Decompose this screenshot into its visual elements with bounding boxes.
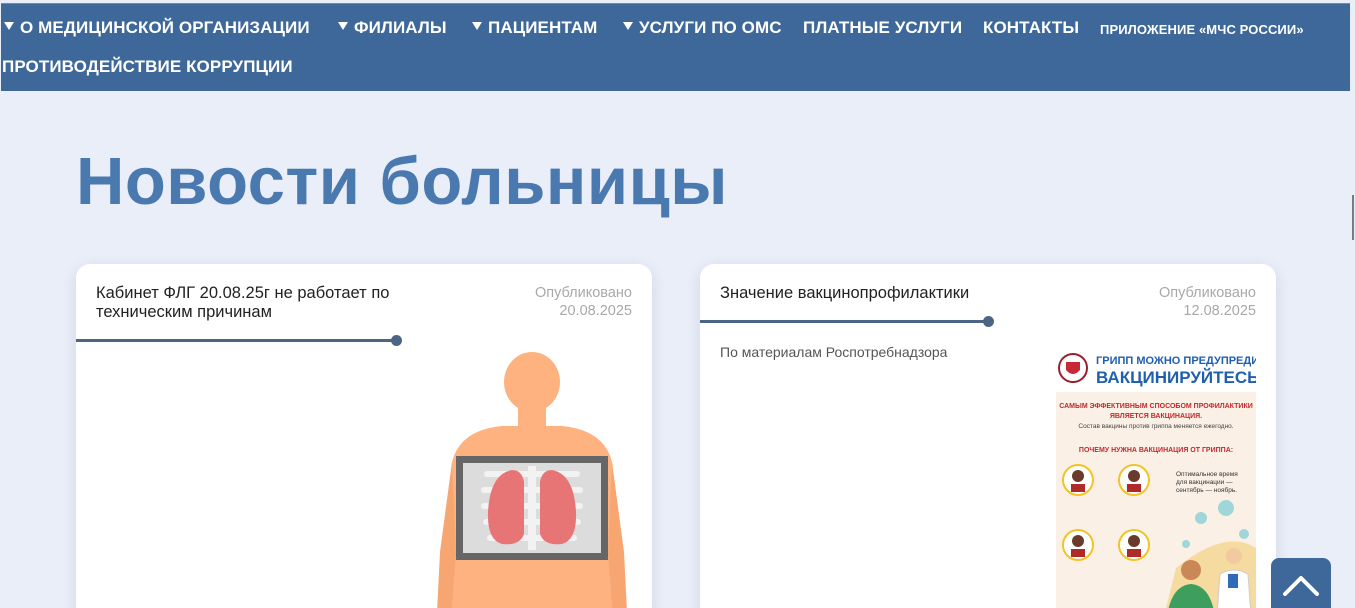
poster-text: САМЫМ ЭФФЕКТИВНЫМ СПОСОБОМ ПРОФИЛАКТИКИ [1059,403,1253,410]
scrollbar-thumb[interactable] [1352,195,1354,240]
poster-heading: ГРИПП МОЖНО ПРЕДУПРЕДИТЬ! [1096,355,1256,367]
nav-item-branches[interactable]: ФИЛИАЛЫ [338,18,447,38]
news-excerpt: По материалам Роспотребнадзора [720,344,948,360]
published-date: 12.08.2025 [1183,302,1256,319]
poster-text: ПОЧЕМУ НУЖНА ВАКЦИНАЦИЯ ОТ ГРИППА: [1079,447,1233,454]
news-card[interactable]: Значение вакцинопрофилактики Опубликован… [700,264,1276,608]
triangle-down-icon [4,22,14,30]
triangle-down-icon [623,22,633,30]
triangle-down-icon [338,22,348,30]
scroll-to-top-button[interactable] [1271,558,1331,608]
top-navigation: О МЕДИЦИНСКОЙ ОРГАНИЗАЦИИ ФИЛИАЛЫ ПАЦИЕН… [1,3,1350,91]
poster-text: сентябрь — ноябрь. [1176,486,1237,494]
published-label: Опубликовано [534,285,632,301]
news-title[interactable]: Кабинет ФЛГ 20.08.25г не работает по тех… [96,284,456,322]
nav-item-label: УСЛУГИ ПО ОМС [639,18,782,37]
flu-vaccination-poster: ГРИПП МОЖНО ПРЕДУПРЕДИТЬ! ВАКЦИНИРУЙТЕСЬ… [1056,348,1256,608]
poster-text: Оптимальное время [1176,471,1238,478]
published-label: Опубликовано [1158,285,1256,301]
published-date: 20.08.2025 [559,302,632,319]
nav-item-patients[interactable]: ПАЦИЕНТАМ [472,18,597,38]
nav-item-paid-services[interactable]: ПЛАТНЫЕ УСЛУГИ [803,18,962,38]
poster-text: для вакцинации — [1176,479,1233,486]
title-underline-dot [391,335,402,346]
poster-text: ЯВЛЯЕТСЯ ВАКЦИНАЦИЯ. [1110,413,1202,420]
nav-item-contacts[interactable]: КОНТАКТЫ [983,18,1079,38]
nav-item-mchs-app[interactable]: ПРИЛОЖЕНИЕ «МЧС РОССИИ» [1100,22,1304,37]
news-date-block: Опубликовано 12.08.2025 [1159,285,1256,320]
nav-item-label: ПРИЛОЖЕНИЕ «МЧС РОССИИ» [1100,22,1304,37]
title-underline [700,320,990,323]
nav-item-oms-services[interactable]: УСЛУГИ ПО ОМС [623,18,782,38]
nav-item-label: ПЛАТНЫЕ УСЛУГИ [803,18,963,37]
nav-item-label: КОНТАКТЫ [983,18,1080,37]
news-card[interactable]: Кабинет ФЛГ 20.08.25г не работает по тех… [76,264,652,608]
poster-text: Состав вакцины против гриппа меняется еж… [1078,423,1233,430]
chevron-up-icon [1283,576,1319,596]
nav-item-label: О МЕДИЦИНСКОЙ ОРГАНИЗАЦИИ [20,18,310,37]
chest-xray-illustration [437,352,627,608]
nav-item-label: ФИЛИАЛЫ [354,18,447,37]
poster-subheading: ВАКЦИНИРУЙТЕСЬ! [1096,368,1256,387]
nav-item-anticorruption[interactable]: ПРОТИВОДЕЙСТВИЕ КОРРУПЦИИ [2,57,293,77]
title-underline-dot [983,316,994,327]
triangle-down-icon [472,22,482,30]
news-title[interactable]: Значение вакцинопрофилактики [720,284,1080,303]
nav-item-label: ПРОТИВОДЕЙСТВИЕ КОРРУПЦИИ [2,57,293,76]
title-underline [76,339,396,342]
nav-item-label: ПАЦИЕНТАМ [488,18,598,37]
nav-item-about[interactable]: О МЕДИЦИНСКОЙ ОРГАНИЗАЦИИ [4,18,310,38]
news-date-block: Опубликовано 20.08.2025 [535,285,632,320]
page-title: Новости больницы [76,144,728,219]
